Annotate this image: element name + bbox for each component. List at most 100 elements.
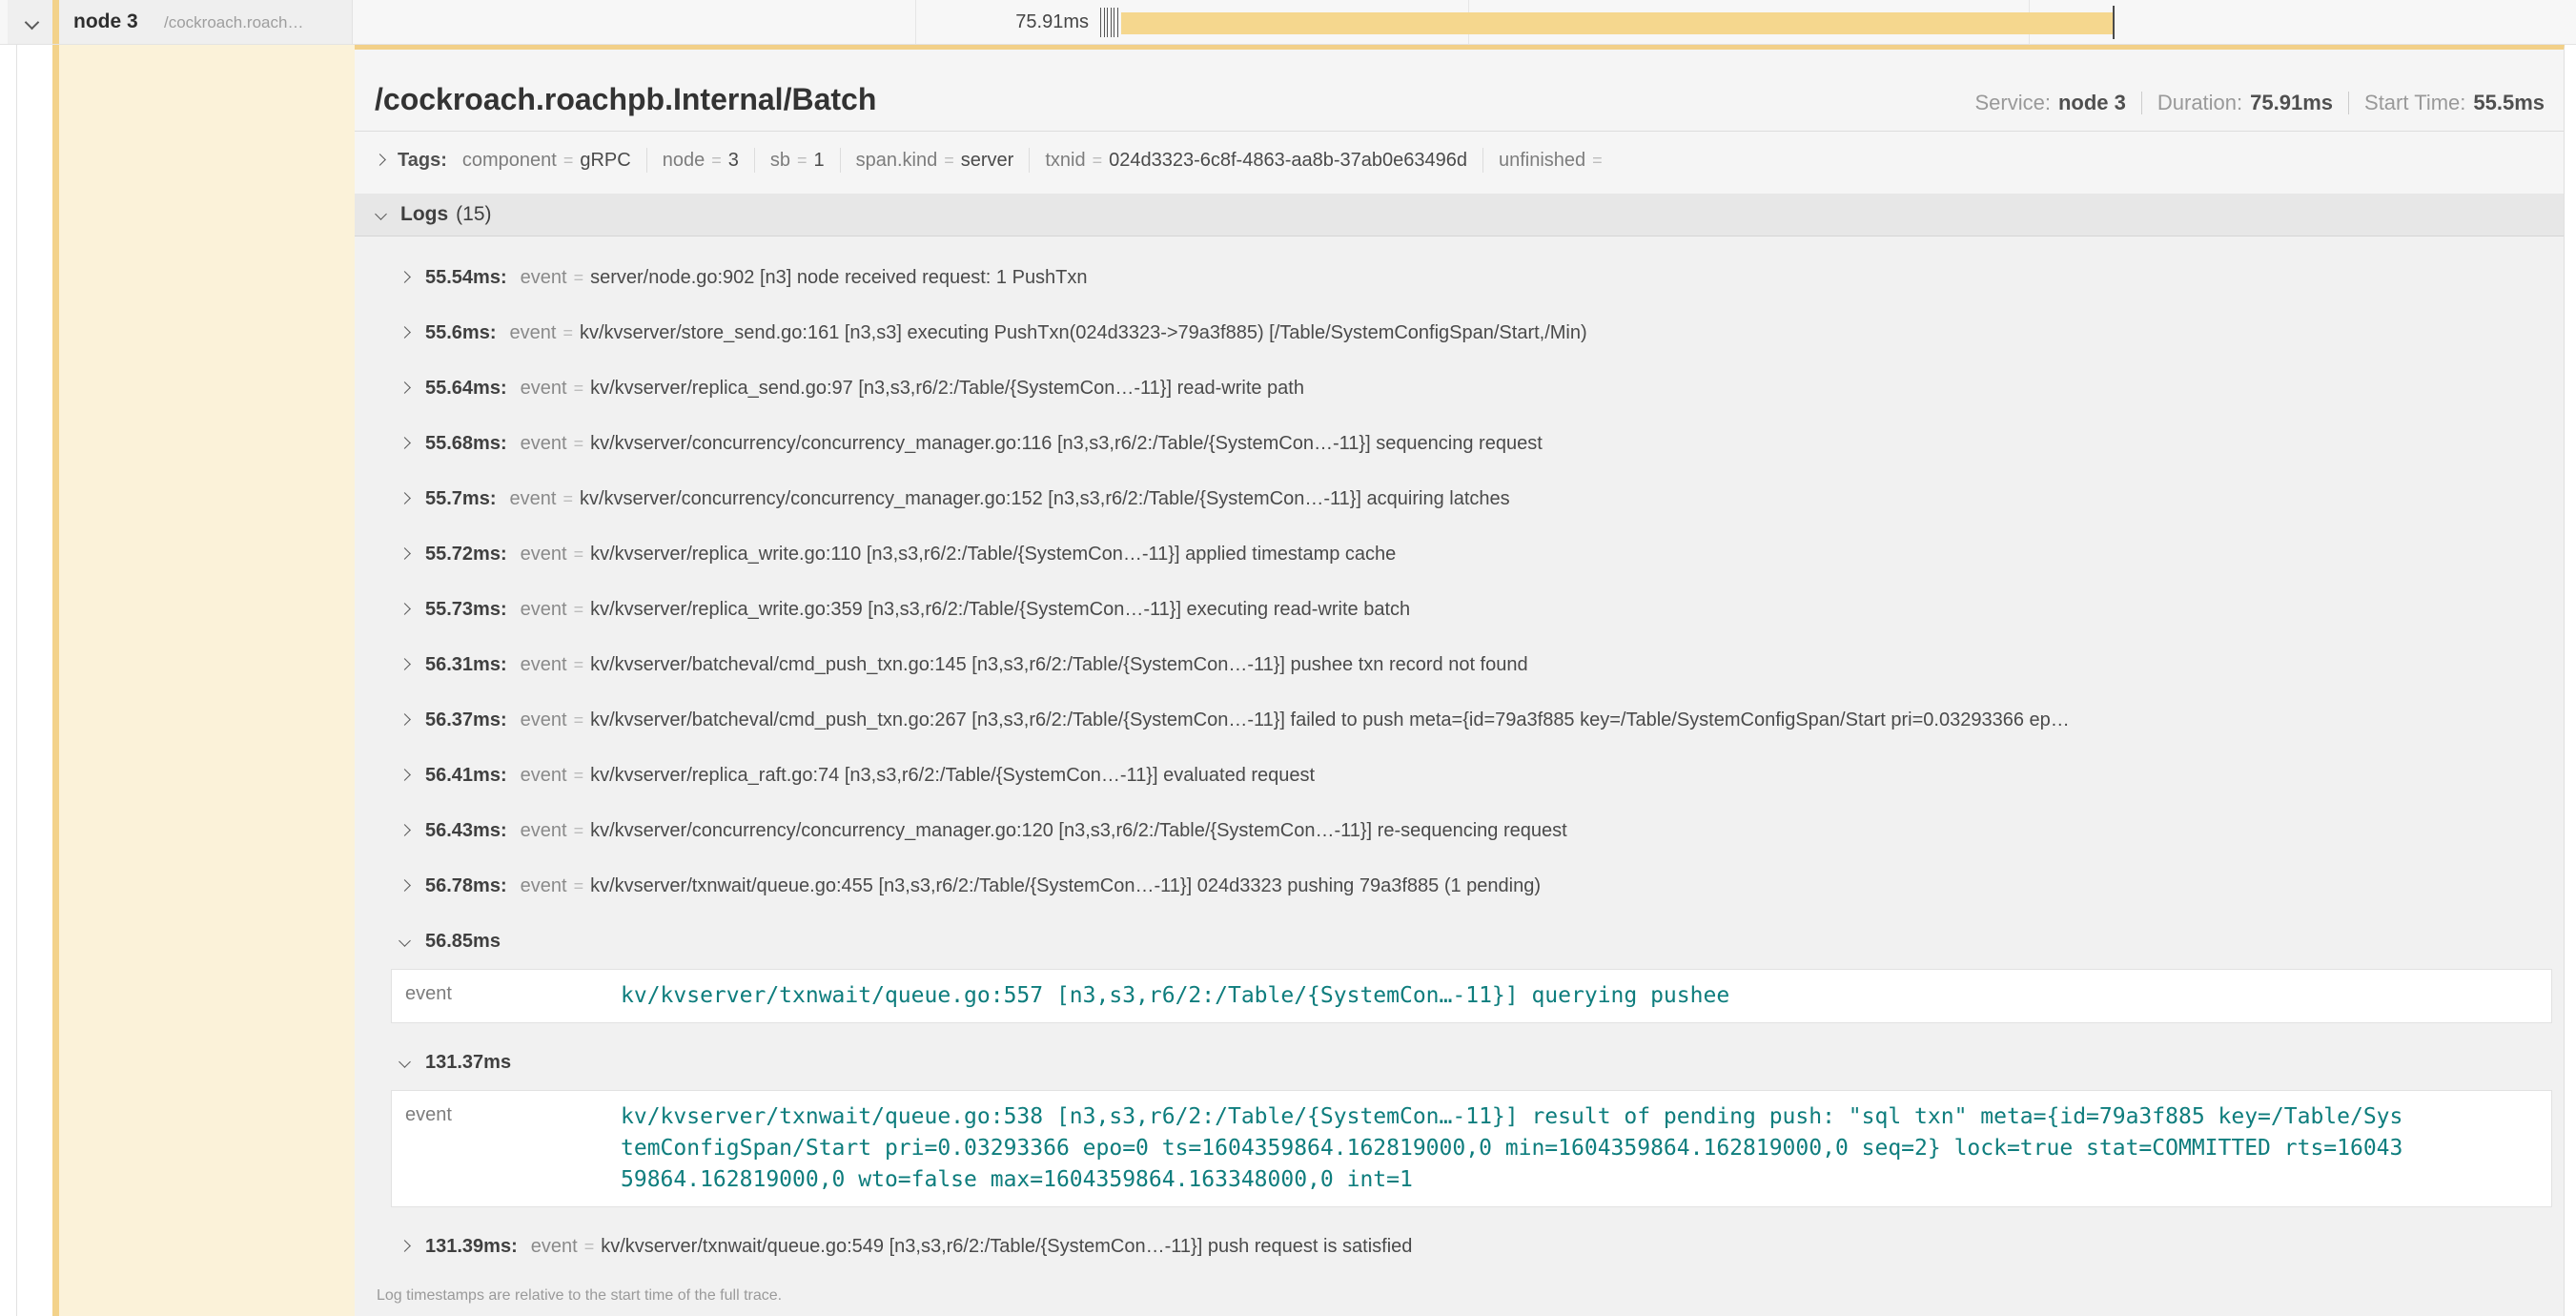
span-operation-name: /cockroach.roach… bbox=[164, 0, 303, 45]
log-entry-row[interactable]: 56.41ms:event=kv/kvserver/replica_raft.g… bbox=[355, 748, 2564, 803]
chevron-right-icon bbox=[400, 380, 425, 397]
log-entry-row[interactable]: 131.39ms:event=kv/kvserver/txnwait/queue… bbox=[355, 1219, 2564, 1274]
log-event-tick bbox=[1100, 8, 1101, 37]
log-equals: = bbox=[562, 489, 573, 509]
log-timestamp: 56.85ms bbox=[425, 931, 501, 953]
log-event-tick bbox=[1117, 8, 1118, 37]
log-timestamp: 56.31ms: bbox=[425, 654, 507, 676]
log-timestamp: 56.37ms: bbox=[425, 709, 507, 731]
chevron-right-icon bbox=[400, 490, 425, 507]
log-field-key: event bbox=[521, 544, 567, 565]
chevron-right-icon bbox=[400, 545, 425, 563]
tag-key: span.kind bbox=[856, 150, 938, 172]
log-timestamp: 131.39ms: bbox=[425, 1236, 518, 1258]
tag-item: node=3 bbox=[663, 150, 739, 172]
log-equals: = bbox=[574, 876, 584, 896]
span-operation-title: /cockroach.roachpb.Internal/Batch bbox=[375, 82, 876, 117]
selected-span-row-band bbox=[52, 45, 355, 1316]
log-message: kv/kvserver/replica_send.go:97 [n3,s3,r6… bbox=[590, 378, 1304, 400]
tag-equals: = bbox=[1093, 151, 1103, 171]
tag-key: node bbox=[663, 150, 705, 172]
log-entry-row[interactable]: 56.31ms:event=kv/kvserver/batcheval/cmd_… bbox=[355, 637, 2564, 692]
tag-item: component=gRPC bbox=[462, 150, 631, 172]
log-entry-row[interactable]: 55.64ms:event=kv/kvserver/replica_send.g… bbox=[355, 360, 2564, 416]
chevron-right-icon bbox=[400, 767, 425, 784]
log-entry-row[interactable]: 55.7ms: event= kv/kvserver/concurrency/con… bbox=[355, 471, 2564, 526]
log-field-key: event bbox=[521, 654, 567, 676]
log-field-key: event bbox=[521, 267, 567, 289]
log-equals: = bbox=[562, 323, 573, 343]
chevron-down-icon bbox=[377, 206, 385, 223]
tag-item: sb =1 bbox=[770, 150, 825, 172]
tag-list: component=gRPCnode=3sb=1span.kind=server… bbox=[462, 148, 1609, 173]
log-entry-row[interactable]: 55.54ms:event=server/node.go:902 [n3] no… bbox=[355, 250, 2564, 305]
log-message: kv/kvserver/batcheval/cmd_push_txn.go:26… bbox=[590, 709, 2070, 731]
log-equals: = bbox=[574, 545, 584, 565]
log-entry-row[interactable]: 55.68ms:event=kv/kvserver/concurrency/co… bbox=[355, 416, 2564, 471]
log-entry-row[interactable]: 56.37ms:event=kv/kvserver/batcheval/cmd_… bbox=[355, 692, 2564, 748]
log-equals: = bbox=[584, 1237, 595, 1257]
span-summary: Service: node 3 Duration: 75.91ms Start … bbox=[1974, 91, 2545, 117]
log-entry-row[interactable]: 55.73ms:event=kv/kvserver/replica_write.… bbox=[355, 582, 2564, 637]
chevron-right-icon bbox=[400, 435, 425, 452]
log-message: kv/kvserver/concurrency/concurrency_mana… bbox=[580, 488, 1510, 510]
tags-label: Tags: bbox=[398, 150, 447, 172]
log-equals: = bbox=[574, 710, 584, 730]
divider bbox=[2141, 92, 2142, 114]
service-color-strip bbox=[52, 0, 59, 44]
tag-divider bbox=[840, 148, 841, 173]
start-time-value: 55.5ms bbox=[2473, 91, 2545, 115]
tag-divider bbox=[1482, 148, 1483, 173]
log-message: kv/kvserver/store_send.go:161 [n3,s3] ex… bbox=[580, 322, 1587, 344]
log-entry-row[interactable]: 56.43ms:event=kv/kvserver/concurrency/co… bbox=[355, 803, 2564, 858]
log-kv-key: event bbox=[405, 1101, 621, 1126]
chevron-right-icon bbox=[400, 601, 425, 618]
log-equals: = bbox=[574, 821, 584, 841]
span-name-cell[interactable]: node 3 /cockroach.roach… bbox=[8, 0, 353, 44]
log-entry-row-expanded[interactable]: 131.37ms bbox=[355, 1035, 2564, 1090]
log-timestamp: 56.41ms: bbox=[425, 765, 507, 787]
log-equals: = bbox=[574, 268, 584, 288]
logs-list: 55.54ms:event=server/node.go:902 [n3] no… bbox=[355, 236, 2564, 1274]
duration-value: 75.91ms bbox=[2250, 91, 2333, 115]
log-entry-row[interactable]: 56.78ms:event=kv/kvserver/txnwait/queue.… bbox=[355, 858, 2564, 914]
span-duration-bar[interactable] bbox=[1121, 12, 2114, 34]
start-time-label: Start Time: bbox=[2364, 91, 2465, 115]
log-entry-row-expanded[interactable]: 56.85ms bbox=[355, 914, 2564, 969]
log-field-key: event bbox=[521, 378, 567, 400]
log-event-tick bbox=[1107, 8, 1108, 37]
tag-key: sb bbox=[770, 150, 790, 172]
tag-item: unfinished= bbox=[1499, 150, 1609, 172]
log-message: kv/kvserver/concurrency/concurrency_mana… bbox=[590, 820, 1567, 842]
log-timestamp: 55.68ms: bbox=[425, 433, 507, 455]
log-message: kv/kvserver/txnwait/queue.go:549 [n3,s3,… bbox=[601, 1236, 1412, 1258]
log-entry-row[interactable]: 55.72ms: event = kv/kvserver/replica_write.… bbox=[355, 526, 2564, 582]
chevron-right-icon bbox=[400, 877, 425, 894]
tag-equals: = bbox=[711, 151, 722, 171]
chevron-right-icon bbox=[400, 1238, 425, 1255]
chevron-down-icon[interactable] bbox=[27, 15, 37, 32]
service-label: Service: bbox=[1974, 91, 2050, 115]
chevron-down-icon bbox=[400, 933, 425, 950]
tag-value: 024d3323-6c8f-4863-aa8b-37ab0e63496d bbox=[1109, 150, 1467, 172]
tag-value: 1 bbox=[813, 150, 824, 172]
log-field-key: event bbox=[521, 765, 567, 787]
log-message: kv/kvserver/replica_raft.go:74 [n3,s3,r6… bbox=[590, 765, 1315, 787]
log-field-key: event bbox=[521, 433, 567, 455]
log-field-key: event bbox=[510, 488, 557, 510]
span-duration-label: 75.91ms bbox=[898, 0, 1089, 44]
logs-count: (15) bbox=[456, 203, 491, 226]
log-kv-value: kv/kvserver/txnwait/queue.go:538 [n3,s3,… bbox=[621, 1101, 2402, 1196]
chevron-right-icon bbox=[400, 269, 425, 286]
span-detail-header: /cockroach.roachpb.Internal/Batch Servic… bbox=[355, 50, 2564, 132]
log-entry-row[interactable]: 55.6ms:event=kv/kvserver/store_send.go:1… bbox=[355, 305, 2564, 360]
logs-accordion-header[interactable]: Logs (15) bbox=[355, 194, 2564, 236]
log-timestamp: 55.7ms: bbox=[425, 488, 497, 510]
log-message: kv/kvserver/replica_write.go:110 [n3,s3,… bbox=[590, 544, 1396, 565]
log-event-tick bbox=[1104, 8, 1105, 37]
log-timestamp: 55.72ms: bbox=[425, 544, 507, 565]
log-timestamp: 55.64ms: bbox=[425, 378, 507, 400]
tags-accordion-header[interactable]: Tags: component=gRPCnode=3sb=1span.kind=… bbox=[355, 132, 2564, 194]
tag-equals: = bbox=[797, 151, 808, 171]
chevron-right-icon bbox=[400, 656, 425, 673]
